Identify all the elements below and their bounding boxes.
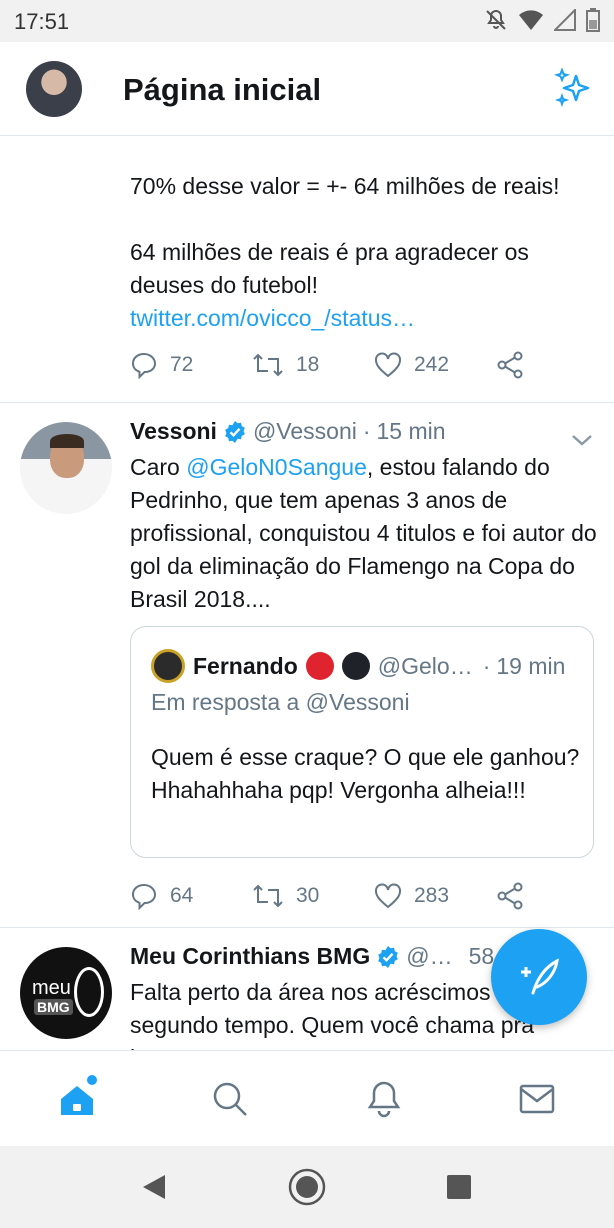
back-button[interactable]	[134, 1167, 174, 1207]
black-circle-icon	[341, 652, 370, 680]
quote-header: Fernando @Gelo… · 19 min	[151, 649, 565, 683]
quote-author-name: Fernando	[193, 652, 298, 679]
tweet-link[interactable]: twitter.com/ovicco_/status…	[130, 305, 415, 331]
tweet[interactable]: 70% desse valor = +- 64 milhões de reais…	[0, 136, 614, 403]
home-system-button[interactable]	[287, 1167, 327, 1207]
tweet-text: Caro @GeloN0Sangue, estou falando do Ped…	[130, 451, 600, 616]
reply-count: 64	[170, 884, 194, 907]
recents-square-icon	[447, 1175, 471, 1199]
back-triangle-icon	[143, 1175, 165, 1199]
battery-icon	[586, 8, 600, 32]
compose-tweet-button[interactable]	[491, 929, 587, 1025]
status-icons	[484, 8, 600, 32]
tweet-text: 70% desse valor = +- 64 milhões de reais…	[130, 170, 600, 335]
separator: ·	[482, 652, 491, 679]
mail-icon	[519, 1084, 555, 1114]
quote-author-handle: @Gelo…	[377, 652, 473, 679]
verified-icon	[378, 945, 399, 968]
nav-search[interactable]	[208, 1077, 252, 1121]
author-name[interactable]: Vessoni	[130, 418, 217, 445]
heart-icon	[375, 883, 401, 909]
quote-time: 19 min	[496, 652, 566, 679]
app-header: Página inicial	[0, 42, 614, 136]
verified-icon	[225, 420, 245, 443]
like-button[interactable]: 242	[374, 352, 496, 378]
nav-messages[interactable]	[515, 1077, 559, 1121]
retweet-icon	[253, 353, 283, 377]
author-name[interactable]: Meu Corinthians BMG	[130, 943, 370, 970]
retweet-count: 30	[296, 884, 320, 907]
quote-text: Quem é esse craque? O que ele ganhou? Hh…	[151, 744, 580, 803]
signal-icon	[554, 9, 576, 31]
share-button[interactable]	[496, 882, 614, 910]
tweet[interactable]: Vessoni @Vessoni · 15 min Caro @GeloN0Sa…	[0, 404, 614, 928]
sparkle-icon[interactable]	[554, 68, 594, 108]
like-count: 283	[414, 884, 450, 907]
tweet-actions: 72 18 242	[130, 351, 614, 379]
like-count: 242	[414, 353, 450, 376]
avatar-text: BMG	[34, 999, 73, 1015]
system-navigation-bar	[0, 1146, 614, 1228]
quoted-tweet[interactable]: Fernando @Gelo… · 19 min Em resposta a @…	[130, 626, 594, 858]
reply-button[interactable]: 64	[130, 882, 252, 910]
tweet-line: 70% desse valor = +- 64 milhões de reais…	[130, 173, 560, 199]
quote-avatar	[151, 649, 185, 683]
reply-icon	[131, 883, 157, 910]
text-part: Caro	[130, 454, 187, 480]
mute-icon	[486, 9, 506, 30]
tweet-header: Meu Corinthians BMG @… 58	[130, 943, 494, 970]
author-handle: @Vessoni	[252, 418, 357, 444]
tweet-time: 58	[468, 943, 495, 969]
share-button[interactable]	[496, 351, 614, 379]
heart-icon	[375, 352, 401, 378]
avatar-text: meu	[32, 977, 71, 999]
status-bar: 17:51	[0, 0, 614, 42]
mention-link[interactable]: @GeloN0Sangue	[186, 454, 367, 480]
profile-avatar[interactable]	[26, 61, 82, 117]
bell-icon	[367, 1081, 401, 1118]
retweet-icon	[253, 884, 283, 908]
retweet-count: 18	[296, 353, 320, 376]
tweet-header: Vessoni @Vessoni · 15 min	[130, 418, 446, 445]
bottom-navigation	[0, 1050, 614, 1146]
retweet-button[interactable]: 18	[252, 351, 374, 379]
nav-home[interactable]	[55, 1075, 99, 1121]
tweet-time: 15 min	[376, 418, 446, 444]
chevron-down-icon[interactable]	[570, 432, 594, 448]
notification-dot	[87, 1075, 97, 1085]
search-icon	[213, 1082, 247, 1116]
reply-context: Em resposta a @Vessoni	[151, 689, 410, 715]
status-time: 17:51	[14, 9, 70, 34]
nav-notifications[interactable]	[362, 1077, 406, 1121]
avatar[interactable]: meu BMG	[20, 947, 112, 1039]
corinthians-crest-icon	[74, 967, 104, 1017]
reply-button[interactable]: 72	[130, 351, 252, 379]
compose-feather-icon	[521, 958, 559, 995]
page-title: Página inicial	[123, 72, 322, 107]
author-handle: @…	[406, 943, 453, 969]
tweet-line: 64 milhões de reais é pra agradecer os d…	[130, 239, 529, 298]
home-circle-icon	[288, 1168, 326, 1206]
tweet-actions: 64 30 283	[130, 882, 614, 910]
like-button[interactable]: 283	[374, 883, 496, 909]
share-icon	[497, 351, 523, 379]
retweet-button[interactable]: 30	[252, 882, 374, 910]
reply-icon	[131, 352, 157, 379]
share-icon	[497, 882, 523, 910]
avatar[interactable]	[20, 422, 112, 514]
home-icon	[61, 1086, 93, 1115]
red-circle-icon	[305, 652, 334, 680]
reply-count: 72	[170, 353, 194, 376]
separator: ·	[362, 418, 371, 444]
wifi-icon	[519, 10, 543, 30]
timeline[interactable]: 70% desse valor = +- 64 milhões de reais…	[0, 136, 614, 1050]
recents-button[interactable]	[439, 1167, 479, 1207]
